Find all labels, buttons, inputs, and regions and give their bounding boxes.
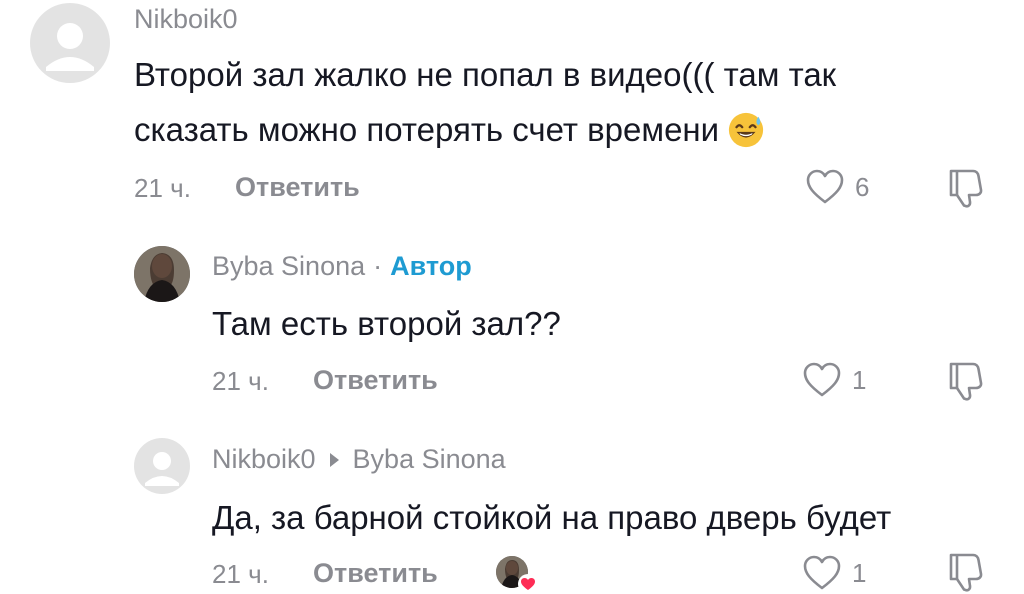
comment-text-line-2: сказать можно потерять счет времени	[134, 111, 720, 148]
comment-text: Второй зал жалко не попал в видео((( там…	[134, 47, 836, 157]
reply-button[interactable]: Ответить	[313, 558, 438, 589]
dislike-icon[interactable]	[943, 550, 987, 594]
heart-outline-icon	[803, 555, 841, 590]
username-text[interactable]: Byba Sinona	[212, 251, 365, 282]
like-count: 6	[855, 171, 870, 202]
sweat-smile-emoji	[728, 112, 764, 147]
timestamp: 21 ч.	[134, 173, 191, 203]
like-button[interactable]: 1	[802, 554, 866, 592]
username: Byba Sinona · Автор	[212, 251, 472, 282]
like-button[interactable]: 6	[805, 168, 869, 206]
heart-outline-icon	[803, 362, 841, 397]
profile-photo	[134, 246, 190, 302]
avatar[interactable]	[134, 246, 190, 302]
timestamp: 21 ч.	[212, 559, 269, 589]
dislike-icon[interactable]	[943, 166, 987, 210]
username-text[interactable]: Nikboik0	[212, 444, 316, 475]
like-count: 1	[852, 364, 867, 395]
liked-by-creator-badge	[496, 556, 538, 594]
author-badge: Автор	[390, 251, 472, 281]
reply-button[interactable]: Ответить	[235, 172, 360, 203]
like-button[interactable]: 1	[802, 361, 866, 399]
separator: ·	[373, 251, 383, 281]
username[interactable]: Nikboik0	[134, 4, 238, 35]
username: Nikboik0 Byba Sinona	[212, 444, 506, 475]
default-avatar-icon	[46, 23, 94, 71]
default-avatar-icon	[145, 452, 179, 486]
username-text: Nikboik0	[134, 4, 238, 34]
avatar[interactable]	[30, 3, 110, 83]
dislike-icon[interactable]	[943, 359, 987, 403]
like-count: 1	[852, 557, 867, 588]
reply-to-username[interactable]: Byba Sinona	[353, 444, 506, 475]
heart-filled-icon	[518, 574, 538, 594]
comment-text: Там есть второй зал??	[212, 305, 561, 342]
heart-outline-icon	[806, 169, 844, 204]
reply-arrow-icon	[329, 452, 339, 467]
reply-button[interactable]: Ответить	[313, 365, 438, 396]
comment-text-line-1: Второй зал жалко не попал в видео((( там…	[134, 56, 837, 93]
avatar[interactable]	[134, 438, 190, 494]
timestamp: 21 ч.	[212, 366, 269, 396]
comment-text: Да, за барной стойкой на право дверь буд…	[212, 499, 892, 536]
